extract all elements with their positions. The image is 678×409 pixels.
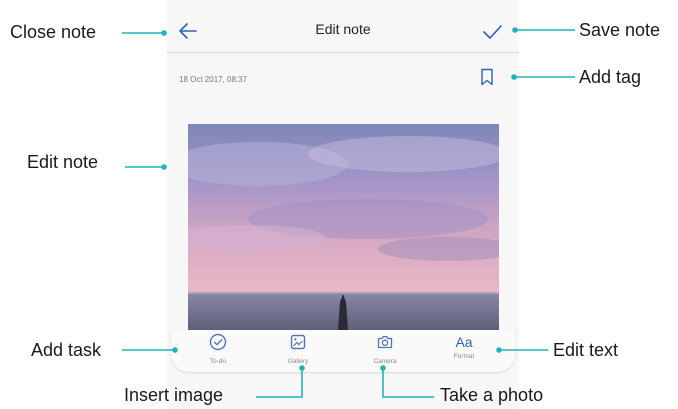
callout-insert-image: Insert image [124,385,224,405]
callout-edit-text: Edit text [553,340,619,360]
callout-add-task: Add task [31,340,102,360]
callout-add-tag: Add tag [579,67,642,87]
callout-edit-note: Edit note [27,152,99,172]
callout-take-photo: Take a photo [440,385,544,405]
callout-save-note: Save note [579,20,661,40]
callout-close-note: Close note [10,22,97,42]
